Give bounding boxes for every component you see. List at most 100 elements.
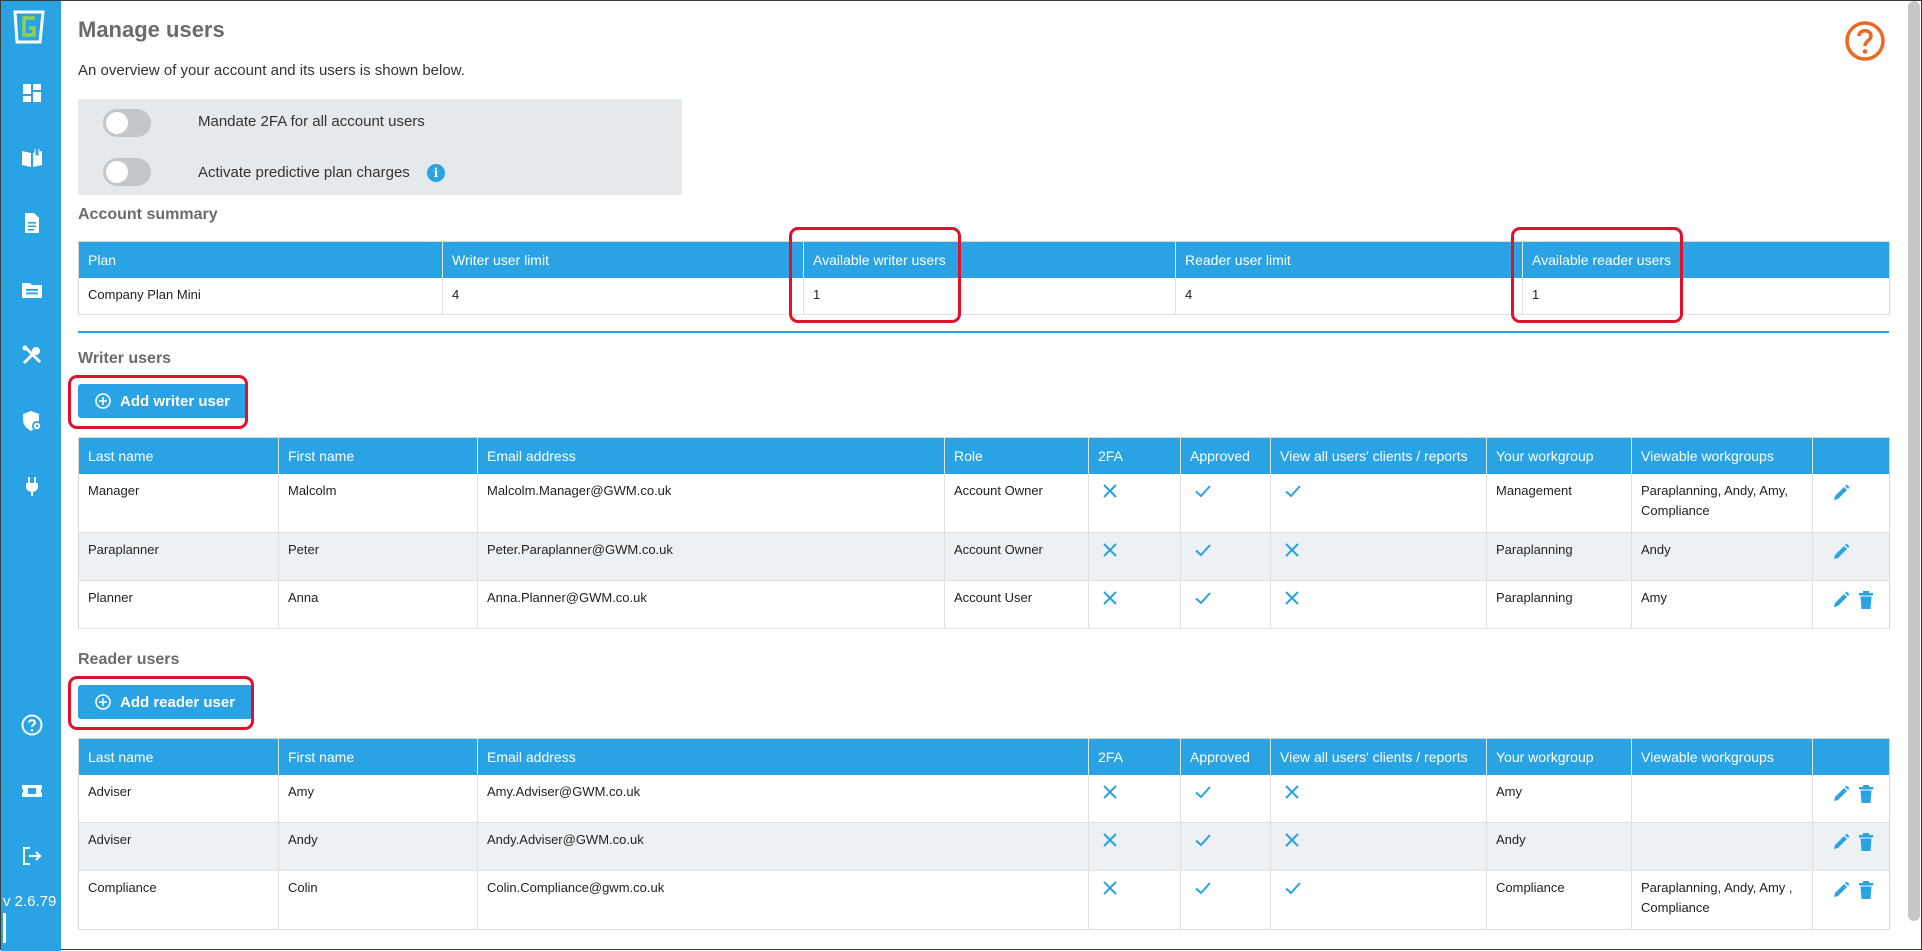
email-cell: Amy.Adviser@GWM.co.uk xyxy=(477,775,1089,823)
reader-users-title: Reader users xyxy=(78,651,180,668)
header-cell: Writer user limit xyxy=(442,241,804,278)
cross-icon xyxy=(1098,542,1171,558)
check-icon xyxy=(1190,784,1261,800)
table-row: Compliance Colin Colin.Compliance@gwm.co.u… xyxy=(78,870,1890,930)
trash-icon[interactable] xyxy=(1857,590,1875,613)
trash-icon[interactable] xyxy=(1857,880,1875,903)
header-cell: Email address xyxy=(477,738,1089,775)
help-circle-icon[interactable] xyxy=(20,713,44,737)
workgroup-cell: Paraplanning xyxy=(1486,532,1632,581)
plus-circle-icon xyxy=(95,393,111,409)
sidebar: v 2.6.79 xyxy=(1,1,61,951)
viewable-workgroups-cell: Paraplanning, Andy, Amy, Compliance xyxy=(1631,474,1813,533)
row-actions xyxy=(1822,590,1880,613)
viewable-workgroups-cell xyxy=(1631,822,1813,871)
ticket-icon[interactable] xyxy=(20,779,44,803)
app-logo[interactable] xyxy=(11,9,47,45)
predictive-charges-toggle[interactable] xyxy=(103,158,151,186)
book-open-icon[interactable] xyxy=(20,146,44,170)
available-writer-cell: 1 xyxy=(803,278,1176,315)
version-bar xyxy=(3,913,6,943)
twofa-cell xyxy=(1088,870,1181,930)
shield-gear-icon[interactable] xyxy=(20,409,44,433)
actions-cell xyxy=(1812,580,1890,629)
edit-icon[interactable] xyxy=(1831,832,1851,855)
email-cell: Colin.Compliance@gwm.co.uk xyxy=(477,870,1089,930)
view-all-cell xyxy=(1270,775,1487,823)
approved-cell xyxy=(1180,870,1271,930)
page-intro: An overview of your account and its user… xyxy=(78,62,465,79)
table-row: Paraplanner Peter Peter.Paraplanner@GWM.co… xyxy=(78,532,1890,581)
workgroup-cell: Andy xyxy=(1486,822,1632,871)
trash-icon[interactable] xyxy=(1857,784,1875,807)
edit-icon[interactable] xyxy=(1831,784,1851,807)
header-cell xyxy=(1812,738,1890,775)
help-icon[interactable] xyxy=(1844,20,1886,62)
tools-icon[interactable] xyxy=(20,343,44,367)
edit-icon[interactable] xyxy=(1831,880,1851,903)
email-cell: Peter.Paraplanner@GWM.co.uk xyxy=(477,532,945,581)
add-reader-user-button[interactable]: Add reader user xyxy=(78,685,254,719)
email-cell: Anna.Planner@GWM.co.uk xyxy=(477,580,945,629)
account-summary-title: Account summary xyxy=(78,206,218,223)
vertical-scrollbar[interactable] xyxy=(1908,1,1920,921)
app-version: v 2.6.79 xyxy=(3,893,57,910)
header-cell xyxy=(1812,437,1890,474)
folder-icon[interactable] xyxy=(20,278,44,302)
check-icon xyxy=(1190,880,1261,896)
edit-icon[interactable] xyxy=(1831,590,1851,613)
cross-icon xyxy=(1098,832,1171,848)
role-cell: Account User xyxy=(944,580,1089,629)
predictive-charges-label: Activate predictive plan charges xyxy=(198,164,410,181)
last-name-cell: Planner xyxy=(78,580,279,629)
edit-icon[interactable] xyxy=(1831,483,1851,506)
header-cell: First name xyxy=(278,738,478,775)
check-icon xyxy=(1190,542,1261,558)
actions-cell xyxy=(1812,532,1890,581)
approved-cell xyxy=(1180,775,1271,823)
plus-circle-icon xyxy=(95,694,111,710)
twofa-cell xyxy=(1088,580,1181,629)
workgroup-cell: Paraplanning xyxy=(1486,580,1632,629)
mandate-2fa-toggle[interactable] xyxy=(103,109,151,137)
section-divider xyxy=(78,331,1889,333)
first-name-cell: Anna xyxy=(278,580,478,629)
reader-limit-cell: 4 xyxy=(1175,278,1523,315)
approved-cell xyxy=(1180,532,1271,581)
row-actions xyxy=(1822,784,1880,807)
last-name-cell: Compliance xyxy=(78,870,279,930)
row-actions xyxy=(1822,880,1880,903)
table-header-row: Last name First name Email address 2FA Appro… xyxy=(78,738,1890,775)
logout-icon[interactable] xyxy=(20,844,44,868)
document-icon[interactable] xyxy=(20,211,44,235)
page-title: Manage users xyxy=(78,17,225,42)
cross-icon xyxy=(1098,590,1171,606)
role-cell: Account Owner xyxy=(944,532,1089,581)
table-row: Manager Malcolm Malcolm.Manager@GWM.co.uk A… xyxy=(78,474,1890,533)
dashboard-icon[interactable] xyxy=(20,81,44,105)
plan-cell: Company Plan Mini xyxy=(78,278,443,315)
first-name-cell: Amy xyxy=(278,775,478,823)
writer-users-table: Last name First name Email address Role 2FA A… xyxy=(78,437,1890,629)
approved-cell xyxy=(1180,580,1271,629)
plug-icon[interactable] xyxy=(20,474,44,498)
edit-icon[interactable] xyxy=(1831,542,1851,565)
header-cell: Reader user limit xyxy=(1175,241,1523,278)
check-icon xyxy=(1280,880,1477,896)
view-all-cell xyxy=(1270,580,1487,629)
header-cell: Viewable workgroups xyxy=(1631,738,1813,775)
header-cell: 2FA xyxy=(1088,437,1181,474)
view-all-cell xyxy=(1270,532,1487,581)
add-writer-user-label: Add writer user xyxy=(120,392,231,410)
view-all-cell xyxy=(1270,822,1487,871)
twofa-cell xyxy=(1088,822,1181,871)
add-writer-user-button[interactable]: Add writer user xyxy=(78,384,249,418)
first-name-cell: Peter xyxy=(278,532,478,581)
info-icon[interactable]: i xyxy=(427,164,445,182)
main-content: Manage users An overview of your account… xyxy=(68,1,1890,951)
row-actions xyxy=(1822,483,1880,506)
trash-icon[interactable] xyxy=(1857,832,1875,855)
viewable-workgroups-cell xyxy=(1631,775,1813,823)
writer-users-title: Writer users xyxy=(78,350,172,367)
actions-cell xyxy=(1812,870,1890,930)
